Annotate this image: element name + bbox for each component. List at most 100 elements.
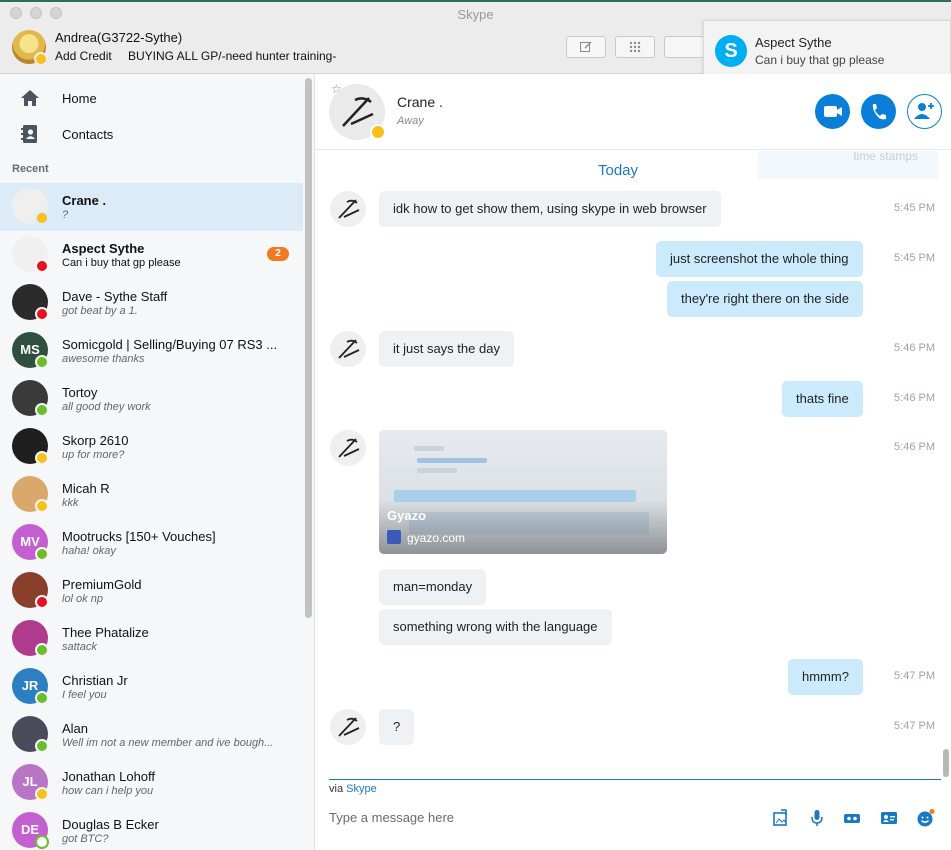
contact-last-message: haha! okay xyxy=(62,545,116,557)
contact-last-message: Can i buy that gp please xyxy=(62,257,181,269)
via-skype-link[interactable]: Skype xyxy=(346,783,377,795)
message-timestamp: 5:45 PM xyxy=(894,252,935,264)
contact-last-message: all good they work xyxy=(62,401,151,413)
contact-item[interactable]: MV Mootrucks [150+ Vouches] haha! okay xyxy=(0,519,303,567)
gyazo-site-icon xyxy=(387,530,401,544)
notification-sender: Aspect Sythe xyxy=(755,35,832,50)
contacts-icon xyxy=(21,125,37,143)
sent-message[interactable]: thats fine xyxy=(782,381,863,417)
send-contact-icon[interactable] xyxy=(879,808,899,828)
dial-pad-icon xyxy=(629,41,641,53)
contact-last-message: Well im not a new member and ive bough..… xyxy=(62,737,274,749)
contact-last-message: got BTC? xyxy=(62,833,109,845)
image-message[interactable]: Gyazo gyazo.com xyxy=(379,430,667,554)
search-button[interactable] xyxy=(664,36,704,58)
message-timestamp: 5:47 PM xyxy=(894,670,935,682)
message-input[interactable] xyxy=(329,805,769,829)
send-file-icon[interactable] xyxy=(771,808,791,828)
presence-online-icon xyxy=(35,403,49,417)
contact-name: Micah R xyxy=(62,481,110,496)
contact-name: Crane . xyxy=(62,193,107,208)
add-credit-link[interactable]: Add Credit xyxy=(55,49,112,63)
message-avatar[interactable] xyxy=(330,191,366,227)
compose-button[interactable] xyxy=(566,36,606,58)
contact-item[interactable]: Crane .? xyxy=(0,183,303,231)
emoticon-icon[interactable] xyxy=(915,808,935,828)
received-message[interactable]: something wrong with the language xyxy=(379,609,612,645)
contact-last-message: lol ok np xyxy=(62,593,103,605)
contact-name: Somicgold | Selling/Buying 07 RS3 ... xyxy=(62,337,278,352)
presence-online-icon xyxy=(35,643,49,657)
nav-contacts-label: Contacts xyxy=(62,127,114,142)
sent-message[interactable]: they're right there on the side xyxy=(667,281,863,317)
mood-message[interactable]: BUYING ALL GP/-need hunter training- xyxy=(128,49,336,63)
chat-pane: ☆ Crane . Away time stamps Today Gyazo g… xyxy=(315,74,951,850)
message-timestamp: 5:46 PM xyxy=(894,441,935,453)
video-camera-icon xyxy=(824,106,842,117)
compose-divider xyxy=(329,779,941,780)
received-message[interactable]: idk how to get show them, using skype in… xyxy=(379,191,721,227)
contact-item[interactable]: Alan Well im not a new member and ive bou… xyxy=(0,711,303,759)
contact-last-message: how can i help you xyxy=(62,785,154,797)
contact-item[interactable]: Thee Phatalize sattack xyxy=(0,615,303,663)
contact-item[interactable]: JR Christian Jr I feel you xyxy=(0,663,303,711)
contact-name: Jonathan Lohoff xyxy=(62,769,156,784)
presence-away-icon xyxy=(35,451,49,465)
chat-scrollbar[interactable] xyxy=(943,749,949,777)
video-message-icon[interactable] xyxy=(842,808,862,828)
contact-last-message: got beat by a 1. xyxy=(62,305,138,317)
contact-name: Aspect Sythe xyxy=(62,241,145,256)
profile-status-icon xyxy=(34,52,48,66)
sidebar-scrollbar[interactable] xyxy=(305,78,312,618)
message-avatar[interactable] xyxy=(330,331,366,367)
contact-item[interactable]: Micah Rkkk xyxy=(0,471,303,519)
contact-item[interactable]: JL Jonathan Lohoff how can i help you xyxy=(0,759,303,807)
contact-item[interactable]: PremiumGold lol ok np xyxy=(0,567,303,615)
contact-item[interactable]: Tortoy all good they work xyxy=(0,375,303,423)
sent-message[interactable]: hmmm? xyxy=(788,659,863,695)
microphone-icon[interactable] xyxy=(807,808,827,828)
received-message[interactable]: man=monday xyxy=(379,569,487,605)
message-timestamp: 5:46 PM xyxy=(894,342,935,354)
video-call-button[interactable] xyxy=(815,94,850,129)
contact-last-message: ? xyxy=(62,209,69,221)
presence-busy-icon xyxy=(35,307,49,321)
contact-item[interactable]: Aspect Sythe Can i buy that gp please 2 xyxy=(0,231,303,279)
contact-name: Skorp 2610 xyxy=(62,433,129,448)
contact-last-message: kkk xyxy=(62,497,79,509)
nav-home[interactable]: Home xyxy=(0,81,303,117)
presence-busy-icon xyxy=(35,595,49,609)
phone-icon xyxy=(872,104,886,120)
message-list: time stamps Today Gyazo gyazo.com idk ho… xyxy=(315,151,951,777)
received-message[interactable]: it just says the day xyxy=(379,331,514,367)
nav-contacts[interactable]: Contacts xyxy=(0,117,303,153)
contact-name: PremiumGold xyxy=(62,577,142,592)
contact-item[interactable]: MS Somicgold | Selling/Buying 07 RS3 ... a… xyxy=(0,327,303,375)
chat-contact-name[interactable]: Crane . xyxy=(397,94,443,110)
contact-name: Thee Phatalize xyxy=(62,625,149,640)
contact-name: Alan xyxy=(62,721,89,736)
message-avatar[interactable] xyxy=(330,709,366,745)
skype-logo-icon: S xyxy=(715,35,747,67)
image-site: gyazo.com xyxy=(407,531,466,545)
message-avatar[interactable] xyxy=(330,430,366,466)
unread-badge: 2 xyxy=(267,247,289,261)
message-timestamp: 5:46 PM xyxy=(894,392,935,404)
presence-away-icon xyxy=(35,211,49,225)
add-people-button[interactable] xyxy=(907,94,942,129)
recent-heading: Recent xyxy=(12,163,49,175)
contact-last-message: I feel you xyxy=(62,689,107,701)
dial-pad-button[interactable] xyxy=(615,36,655,58)
presence-busy-icon xyxy=(35,259,49,273)
received-message[interactable]: ? xyxy=(379,709,415,745)
sent-message[interactable]: just screenshot the whole thing xyxy=(656,241,863,277)
notification-text: Can i buy that gp please xyxy=(755,53,885,67)
profile-name[interactable]: Andrea(G3722-Sythe) xyxy=(55,30,182,45)
nav-home-label: Home xyxy=(62,91,97,106)
contact-item[interactable]: Dave - Sythe Staff got beat by a 1. xyxy=(0,279,303,327)
contact-item[interactable]: Skorp 2610 up for more? xyxy=(0,423,303,471)
audio-call-button[interactable] xyxy=(861,94,896,129)
contact-item[interactable]: DE Douglas B Ecker got BTC? xyxy=(0,807,303,850)
home-icon xyxy=(21,90,39,106)
image-title: Gyazo xyxy=(387,508,427,523)
